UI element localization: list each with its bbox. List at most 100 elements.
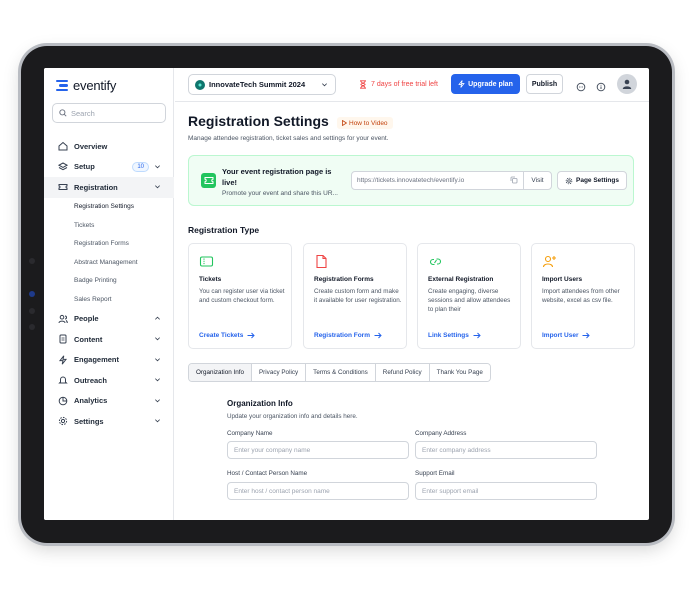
chevron-down-icon xyxy=(154,356,161,365)
link-icon xyxy=(428,254,443,269)
pie-chart-icon xyxy=(57,395,68,406)
upgrade-plan-button[interactable]: Upgrade plan xyxy=(451,74,520,94)
sidebar-subitem-sales-report[interactable]: Sales Report xyxy=(44,290,174,309)
trial-text: 7 days of free trial left xyxy=(371,81,438,88)
avatar[interactable] xyxy=(617,74,637,94)
tab-privacy-policy[interactable]: Privacy Policy xyxy=(251,364,307,381)
host-contact-field[interactable]: Enter host / contact person name xyxy=(227,482,409,500)
chevron-up-icon xyxy=(154,315,161,324)
lightning-icon xyxy=(57,354,68,365)
registration-url: https://tickets.innovatetech/eventify.io xyxy=(357,177,465,184)
external-registration-card[interactable]: External Registration Create engaging, d… xyxy=(417,243,521,349)
event-selector[interactable]: InnovateTech Summit 2024 xyxy=(188,74,336,95)
sidebar-item-people[interactable]: People xyxy=(44,309,174,330)
support-email-label: Support Email xyxy=(415,470,455,477)
arrow-right-icon xyxy=(582,332,591,339)
sidebar-subitem-registration-forms[interactable]: Registration Forms xyxy=(44,235,174,254)
ticket-icon xyxy=(57,182,68,193)
page-settings-button[interactable]: Page Settings xyxy=(557,171,627,190)
tab-terms-conditions[interactable]: Terms & Conditions xyxy=(306,364,376,381)
main-content: Registration Settings How to Video Manag… xyxy=(175,103,649,520)
import-user-link[interactable]: Import User xyxy=(542,332,591,339)
page-subtitle: Manage attendee registration, ticket sal… xyxy=(188,135,389,142)
card-link-label: Create Tickets xyxy=(199,332,244,339)
sidebar-item-analytics[interactable]: Analytics xyxy=(44,391,174,412)
sidebar-item-label: Registration xyxy=(74,182,118,192)
registration-type-title: Registration Type xyxy=(188,225,260,235)
sidebar-nav: Overview Setup 10 Registration Registrat… xyxy=(44,136,174,432)
card-link-label: Link Settings xyxy=(428,332,469,339)
sidebar-subitem-tickets[interactable]: Tickets xyxy=(44,216,174,235)
tab-thank-you-page[interactable]: Thank You Page xyxy=(429,364,490,381)
sidebar-item-outreach[interactable]: Outreach xyxy=(44,370,174,391)
arrow-right-icon xyxy=(247,332,256,339)
visit-button[interactable]: Visit xyxy=(523,172,551,189)
create-tickets-link[interactable]: Create Tickets xyxy=(199,332,256,339)
sidebar-subitem-abstract-management[interactable]: Abstract Management xyxy=(44,253,174,272)
page-settings-label: Page Settings xyxy=(576,177,619,184)
ticket-icon xyxy=(199,254,214,269)
company-address-label: Company Address xyxy=(415,430,467,437)
lightning-icon xyxy=(458,80,465,88)
layers-icon xyxy=(57,161,68,172)
tablet-sensor xyxy=(29,324,35,330)
search-input[interactable]: Search xyxy=(52,103,166,123)
sidebar-item-settings[interactable]: Settings xyxy=(44,411,174,432)
tablet-camera xyxy=(29,291,35,297)
registration-url-field[interactable]: https://tickets.innovatetech/eventify.io… xyxy=(351,171,552,190)
company-name-field[interactable]: Enter your company name xyxy=(227,441,409,459)
link-settings-link[interactable]: Link Settings xyxy=(428,332,481,339)
company-name-label: Company Name xyxy=(227,430,273,437)
ticket-icon xyxy=(201,173,216,188)
user-plus-icon xyxy=(542,254,557,269)
sidebar: eventify Search Overview Setup 10 Regist… xyxy=(44,68,174,520)
sidebar-item-engagement[interactable]: Engagement xyxy=(44,350,174,371)
card-title: Import Users xyxy=(542,276,583,283)
info-icon[interactable] xyxy=(596,79,607,92)
how-to-label: How to Video xyxy=(349,119,388,127)
card-description: Import attendees from other website, exc… xyxy=(542,288,620,304)
chevron-down-icon xyxy=(154,376,161,385)
logo[interactable]: eventify xyxy=(56,78,116,93)
sidebar-item-label: People xyxy=(74,314,99,324)
tab-refund-policy[interactable]: Refund Policy xyxy=(375,364,430,381)
banner-description: Promote your event and share this UR... xyxy=(222,190,338,197)
arrow-right-icon xyxy=(374,332,382,339)
registration-forms-card[interactable]: Registration Forms Create custom form an… xyxy=(303,243,407,349)
hourglass-icon xyxy=(360,80,366,89)
sidebar-item-content[interactable]: Content xyxy=(44,329,174,350)
publish-button[interactable]: Publish xyxy=(526,74,563,94)
registration-form-link[interactable]: Registration Form xyxy=(314,332,382,339)
host-contact-label: Host / Contact Person Name xyxy=(227,470,308,477)
copy-icon[interactable] xyxy=(510,176,518,186)
sidebar-item-label: Overview xyxy=(74,141,108,151)
import-users-card[interactable]: Import Users Import attendees from other… xyxy=(531,243,635,349)
sidebar-item-label: Outreach xyxy=(74,375,107,385)
card-link-label: Registration Form xyxy=(314,332,370,339)
count-badge: 10 xyxy=(132,161,149,172)
file-icon xyxy=(314,254,329,269)
search-icon xyxy=(59,109,67,117)
card-title: External Registration xyxy=(428,276,494,283)
bell-icon xyxy=(57,375,68,386)
sidebar-subitem-badge-printing[interactable]: Badge Printing xyxy=(44,272,174,291)
event-name: InnovateTech Summit 2024 xyxy=(209,80,306,89)
tickets-card[interactable]: Tickets You can register user via ticket… xyxy=(188,243,292,349)
gear-icon xyxy=(565,177,573,184)
top-bar: InnovateTech Summit 2024 7 days of free … xyxy=(175,68,649,102)
tab-organization-info[interactable]: Organization Info xyxy=(189,364,252,381)
sidebar-item-overview[interactable]: Overview xyxy=(44,136,174,157)
sidebar-item-setup[interactable]: Setup 10 xyxy=(44,157,174,178)
card-link-label: Import User xyxy=(542,332,579,339)
support-email-field[interactable]: Enter support email xyxy=(415,482,597,500)
form-subtitle: Update your organization info and detail… xyxy=(227,413,358,420)
card-title: Tickets xyxy=(199,276,222,283)
form-title: Organization Info xyxy=(227,399,293,408)
how-to-video-button[interactable]: How to Video xyxy=(337,117,393,129)
sidebar-item-label: Engagement xyxy=(74,355,120,365)
company-address-field[interactable]: Enter company address xyxy=(415,441,597,459)
sidebar-subitem-registration-settings[interactable]: Registration Settings xyxy=(44,198,174,217)
user-icon xyxy=(622,79,632,89)
sidebar-item-registration[interactable]: Registration xyxy=(44,177,174,198)
chat-icon[interactable] xyxy=(576,79,587,92)
